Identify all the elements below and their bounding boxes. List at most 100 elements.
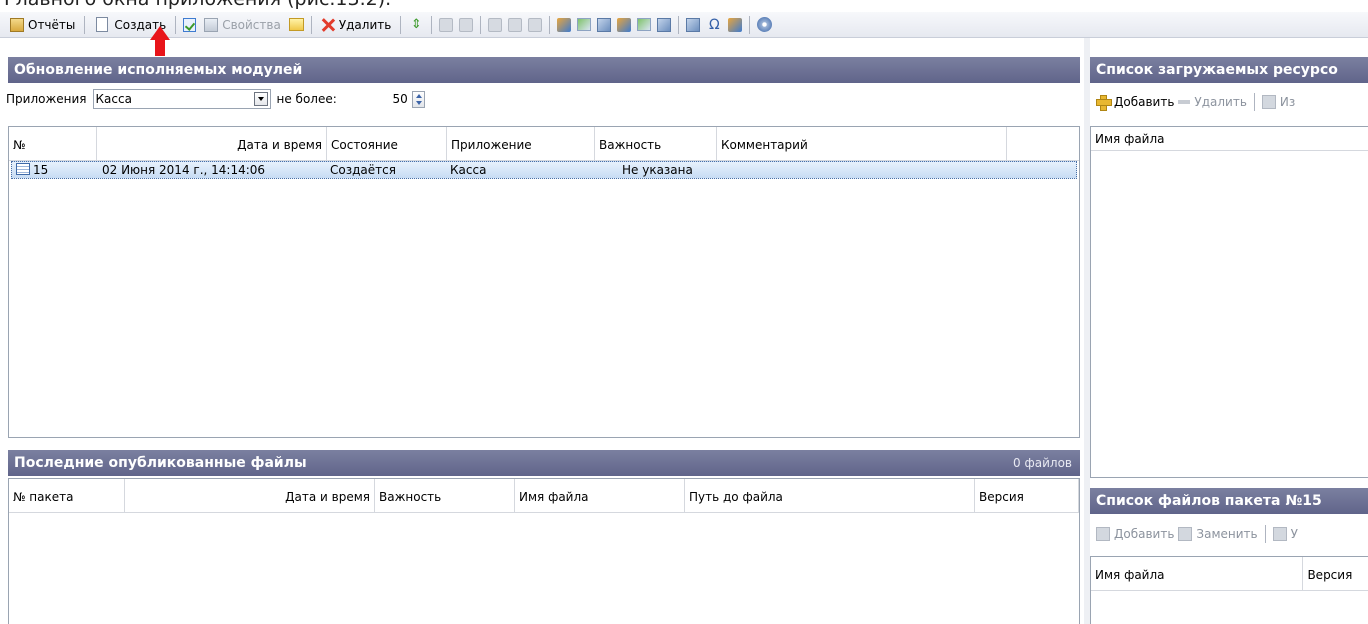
table-row[interactable]: 15 02 Июня 2014 г., 14:14:06 Создаётся К… — [11, 161, 1077, 179]
paste-icon[interactable] — [528, 17, 543, 32]
toolbar-separator — [175, 15, 177, 34]
column-header-importance[interactable]: Важность — [375, 479, 515, 512]
print-icon[interactable] — [459, 17, 474, 32]
record-icon — [16, 163, 30, 175]
column-header-package[interactable]: № пакета — [9, 479, 125, 512]
row-importance: Не указана — [622, 163, 693, 177]
add-file-icon — [1096, 527, 1110, 541]
modules-filter-bar: Приложения Касса не более: 50 — [6, 87, 425, 111]
toolbar-separator — [1253, 93, 1255, 111]
remove-file-icon — [1272, 527, 1287, 541]
column-header-number[interactable]: № — [9, 127, 97, 160]
main-toolbar: Отчёты Создать Свойства Удалить ⇕ Ω — [0, 12, 1368, 38]
toolbar-separator — [678, 15, 680, 34]
published-panel-header: Последние опубликованные файлы 0 файлов — [8, 450, 1080, 476]
modules-grid-header: № Дата и время Состояние Приложение Важн… — [9, 127, 1079, 161]
red-pointer-arrow — [150, 26, 170, 56]
app-filter-label: Приложения — [6, 92, 87, 106]
toolbar-separator — [400, 15, 402, 34]
cut-icon[interactable] — [488, 17, 503, 32]
export-icon[interactable] — [637, 18, 652, 31]
column-header-datetime[interactable]: Дата и время — [125, 479, 375, 512]
properties-icon — [204, 17, 219, 32]
note-icon[interactable] — [288, 18, 304, 31]
document-caption: Главного окна приложения (рис.13.2). — [4, 0, 391, 10]
column-header-filename[interactable]: Имя файла — [515, 479, 685, 512]
preview-icon[interactable] — [439, 17, 454, 32]
toolbar-separator — [431, 15, 433, 34]
column-header-version[interactable]: Версия — [975, 479, 1079, 512]
package-replace-button[interactable]: Заменить — [1196, 527, 1257, 541]
search-doc-icon[interactable] — [728, 17, 743, 32]
resources-grid: Имя файла — [1090, 126, 1368, 478]
resources-delete-button[interactable]: Удалить — [1194, 95, 1247, 109]
delete-button[interactable]: Удалить — [317, 14, 396, 36]
remove-icon — [1178, 100, 1191, 104]
resources-grid-header: Имя файла — [1091, 127, 1368, 151]
toolbar-separator — [310, 15, 312, 34]
package-third-button[interactable]: У — [1291, 527, 1298, 541]
new-document-icon — [96, 17, 109, 32]
properties-icon — [1261, 95, 1276, 109]
toolbar-separator — [480, 15, 482, 34]
package-grid-header: Имя файла Версия — [1091, 557, 1368, 591]
resources-add-button[interactable]: Добавить — [1114, 95, 1174, 109]
copy-icon[interactable] — [508, 17, 523, 32]
max-count-value: 50 — [392, 92, 408, 106]
max-count-label: не более: — [276, 92, 337, 106]
window-icon[interactable] — [577, 18, 592, 31]
form-icon[interactable] — [657, 17, 672, 32]
toolbar-separator — [749, 15, 751, 34]
published-grid: № пакета Дата и время Важность Имя файла… — [8, 478, 1080, 624]
published-panel-title: Последние опубликованные файлы — [14, 455, 307, 471]
calendar-icon[interactable] — [686, 17, 701, 32]
package-add-button[interactable]: Добавить — [1114, 527, 1174, 541]
omega-icon[interactable]: Ω — [706, 17, 722, 33]
column-header-filepath[interactable]: Путь до файла — [685, 479, 975, 512]
column-header-app[interactable]: Приложение — [447, 127, 595, 160]
column-header-importance[interactable]: Важность — [595, 127, 717, 160]
resources-third-button[interactable]: Из — [1280, 95, 1295, 109]
modules-panel-title: Обновление исполняемых модулей — [14, 62, 303, 78]
modules-grid: № Дата и время Состояние Приложение Важн… — [8, 126, 1080, 438]
resources-panel-title: Список загружаемых ресурсо — [1096, 62, 1338, 78]
row-state: Создаётся — [330, 163, 396, 177]
column-header-filename[interactable]: Имя файла — [1091, 127, 1368, 150]
delete-x-icon — [321, 18, 335, 32]
column-header-filename[interactable]: Имя файла — [1091, 557, 1304, 590]
chevron-down-icon[interactable] — [253, 92, 268, 106]
column-header-version[interactable]: Версия — [1303, 557, 1368, 590]
edit-icon[interactable] — [617, 17, 632, 32]
network-icon[interactable] — [597, 17, 612, 32]
column-header-comment[interactable]: Комментарий — [717, 127, 1007, 160]
row-number: 15 — [33, 163, 49, 177]
reports-icon — [10, 17, 24, 32]
properties-label: Свойства — [222, 17, 281, 32]
max-count-spinner[interactable]: 50 — [343, 89, 425, 109]
toolbar-separator — [1264, 525, 1266, 543]
spin-arrows-icon[interactable] — [411, 90, 425, 108]
files-count: 0 файлов — [1013, 456, 1072, 470]
app-filter-value: Касса — [95, 92, 132, 106]
column-header-state[interactable]: Состояние — [327, 127, 447, 160]
checklist-icon[interactable] — [183, 17, 197, 32]
toolbar-separator — [549, 15, 551, 34]
replace-icon — [1178, 527, 1193, 541]
install-icon[interactable] — [557, 17, 572, 32]
refresh-icon[interactable]: ⇕ — [408, 17, 424, 33]
published-grid-header: № пакета Дата и время Важность Имя файла… — [9, 479, 1079, 513]
disc-icon[interactable] — [757, 17, 773, 32]
app-filter-combo[interactable]: Касса — [92, 89, 271, 109]
delete-label: Удалить — [338, 17, 392, 32]
modules-panel-header: Обновление исполняемых модулей — [8, 57, 1080, 83]
properties-button[interactable]: Свойства — [200, 14, 285, 36]
reports-button[interactable]: Отчёты — [6, 14, 79, 36]
column-header-datetime[interactable]: Дата и время — [97, 127, 327, 160]
add-icon — [1096, 95, 1112, 111]
row-number-cell: 15 — [12, 163, 98, 177]
toolbar-separator — [84, 15, 86, 34]
package-panel-header: Список файлов пакета №15 — [1090, 488, 1368, 514]
resources-panel-header: Список загружаемых ресурсо — [1090, 57, 1368, 83]
package-panel-title: Список файлов пакета №15 — [1096, 493, 1322, 509]
package-grid: Имя файла Версия — [1090, 556, 1368, 624]
